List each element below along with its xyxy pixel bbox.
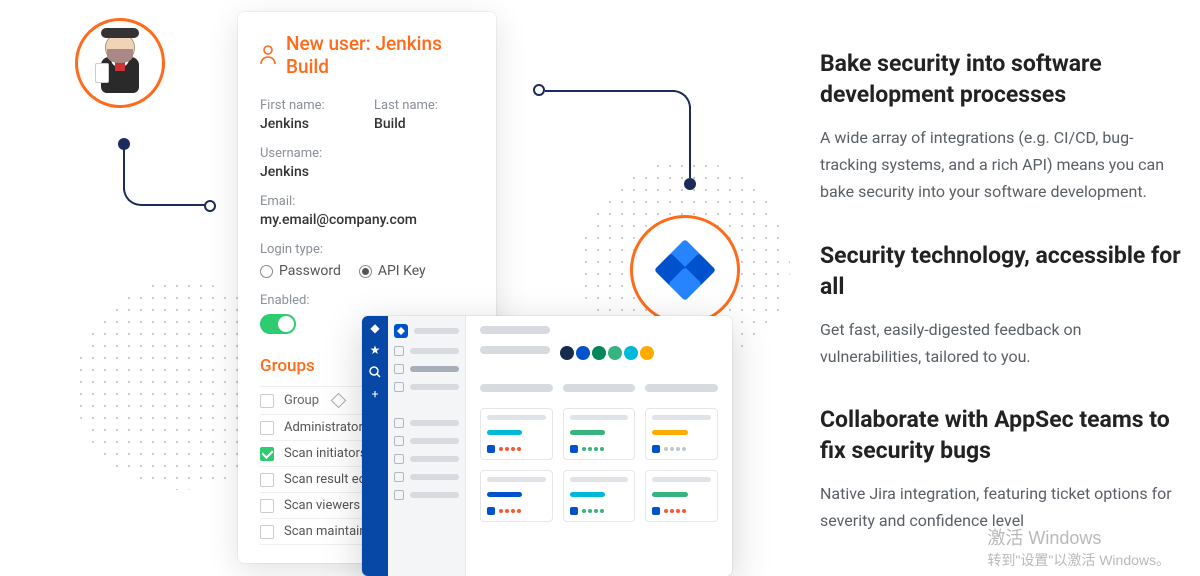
board-mini-card[interactable] (563, 408, 636, 460)
jira-board-mock: ◆ ★ + (362, 316, 732, 576)
project-item[interactable] (394, 436, 459, 446)
color-swatch[interactable] (560, 346, 574, 360)
enabled-label: Enabled: (260, 293, 474, 308)
login-radio-apikey-label: API Key (378, 263, 426, 279)
color-swatch[interactable] (624, 346, 638, 360)
last-name-label: Last name: (374, 98, 474, 113)
group-checkbox[interactable] (260, 525, 274, 539)
group-label: Scan initiators (284, 446, 367, 461)
jenkins-icon (93, 31, 147, 95)
project-item[interactable] (394, 418, 459, 428)
email-label: Email: (260, 194, 474, 209)
paragraph-accessible: Get fast, easily-digested feedback on vu… (820, 316, 1182, 370)
group-checkbox[interactable] (260, 421, 274, 435)
search-icon[interactable] (369, 366, 381, 378)
diamond-icon[interactable]: ◆ (369, 322, 381, 334)
board-subtext-placeholder (480, 346, 550, 354)
heading-collaborate: Collaborate with AppSec teams to fix sec… (820, 404, 1182, 466)
form-title: New user: Jenkins Build (260, 32, 474, 78)
paragraph-collaborate: Native Jira integration, featuring ticke… (820, 480, 1182, 534)
project-item[interactable] (394, 454, 459, 464)
form-title-text: New user: Jenkins Build (286, 32, 474, 78)
login-radio-apikey[interactable]: API Key (359, 263, 426, 279)
paragraph-bake-security: A wide array of integrations (e.g. CI/CD… (820, 124, 1182, 206)
group-checkbox[interactable] (260, 447, 274, 461)
group-label: Scan viewers (284, 498, 360, 513)
user-icon (260, 45, 276, 65)
groups-column-label: Group (284, 393, 319, 408)
project-item[interactable] (394, 472, 459, 482)
project-item[interactable] (394, 346, 459, 356)
login-radio-password-label: Password (279, 263, 341, 279)
username-field[interactable]: Jenkins (260, 164, 474, 180)
group-label: Administrators (284, 420, 370, 435)
project-item[interactable] (394, 324, 459, 338)
board-bar-placeholder (563, 384, 636, 392)
email-field[interactable]: my.email@company.com (260, 212, 474, 228)
heading-accessible: Security technology, accessible for all (820, 240, 1182, 302)
board-mini-card[interactable] (645, 470, 718, 522)
star-icon[interactable]: ★ (369, 344, 381, 356)
board-project-list (388, 316, 466, 576)
board-mini-card[interactable] (480, 470, 553, 522)
board-mini-card[interactable] (480, 408, 553, 460)
first-name-field[interactable]: Jenkins (260, 116, 360, 132)
enabled-toggle[interactable] (260, 314, 296, 334)
first-name-label: First name: (260, 98, 360, 113)
color-swatch[interactable] (576, 346, 590, 360)
board-nav-rail: ◆ ★ + (362, 316, 388, 576)
last-name-field[interactable]: Build (374, 116, 474, 132)
marketing-copy: Bake security into software development … (820, 48, 1182, 569)
color-swatch[interactable] (640, 346, 654, 360)
select-all-checkbox[interactable] (260, 394, 274, 408)
project-item[interactable] (394, 382, 459, 392)
login-type-label: Login type: (260, 242, 474, 257)
board-mini-card[interactable] (645, 408, 718, 460)
board-bar-placeholder (480, 384, 553, 392)
color-swatch[interactable] (592, 346, 606, 360)
board-title-placeholder (480, 326, 550, 334)
board-content (466, 316, 732, 576)
project-item[interactable] (394, 364, 459, 374)
project-item[interactable] (394, 490, 459, 500)
board-bar-placeholder (645, 384, 718, 392)
color-swatch-row (560, 346, 654, 360)
plus-icon[interactable]: + (369, 388, 381, 400)
jenkins-icon-circle (75, 18, 165, 108)
group-checkbox[interactable] (260, 499, 274, 513)
board-mini-card[interactable] (563, 470, 636, 522)
sort-icon[interactable] (331, 393, 347, 409)
board-cards-grid (480, 408, 718, 522)
jira-icon-circle (630, 215, 740, 325)
username-label: Username: (260, 146, 474, 161)
group-checkbox[interactable] (260, 473, 274, 487)
color-swatch[interactable] (608, 346, 622, 360)
jira-icon (659, 244, 711, 296)
login-radio-password[interactable]: Password (260, 263, 341, 279)
heading-bake-security: Bake security into software development … (820, 48, 1182, 110)
